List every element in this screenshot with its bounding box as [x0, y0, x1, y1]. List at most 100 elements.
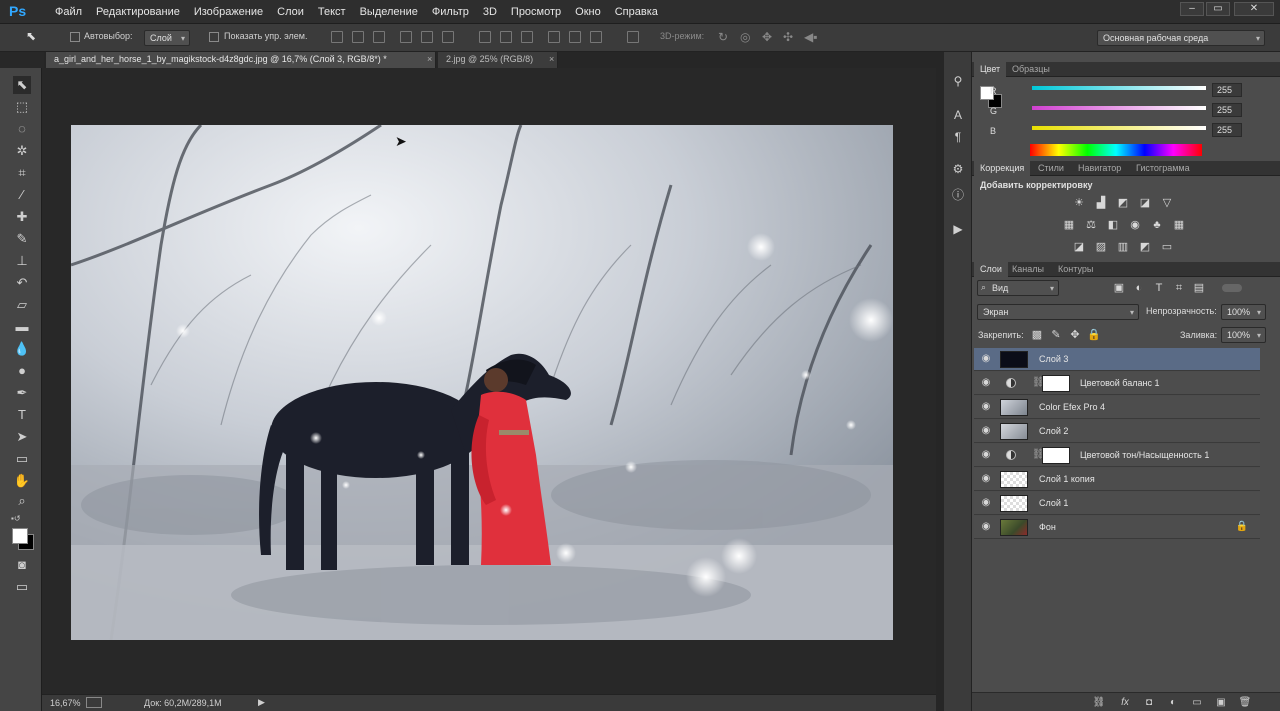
tab-navigator[interactable]: Навигатор — [1072, 161, 1127, 176]
photo-filter-icon[interactable]: ◉ — [1128, 219, 1142, 231]
align-vcenter-icon[interactable] — [352, 31, 364, 43]
filter-shape-icon[interactable]: ⌗ — [1172, 282, 1186, 294]
distribute-right-icon[interactable] — [590, 31, 602, 43]
align-bottom-icon[interactable] — [373, 31, 385, 43]
document-canvas[interactable] — [71, 125, 893, 640]
gradient-tool-icon[interactable]: ▬ — [13, 318, 31, 336]
lock-transparent-icon[interactable]: ▩ — [1030, 329, 1044, 341]
3d-scale-icon[interactable]: ◀▪ — [804, 30, 817, 44]
filter-pixel-icon[interactable]: ▣ — [1112, 282, 1126, 294]
filter-adjustment-icon[interactable]: ◐ — [1132, 282, 1146, 294]
blur-tool-icon[interactable]: 💧 — [13, 340, 31, 358]
doc-tab-close-icon[interactable]: × — [549, 54, 554, 64]
visibility-eye-icon[interactable]: ◉ — [980, 353, 992, 365]
path-selection-tool-icon[interactable]: ➤ — [13, 428, 31, 446]
distribute-bottom-icon[interactable] — [521, 31, 533, 43]
auto-align-icon[interactable] — [627, 31, 639, 43]
menu-filter[interactable]: Фильтр — [425, 0, 476, 24]
channel-b-value[interactable]: 255 — [1212, 123, 1242, 137]
channel-r-value[interactable]: 255 — [1212, 83, 1242, 97]
panel-collapse-strip[interactable] — [936, 52, 944, 711]
tab-adjustments[interactable]: Коррекция — [974, 161, 1031, 176]
menu-window[interactable]: Окно — [568, 0, 608, 24]
move-tool-preset-icon[interactable]: ⬉ — [26, 29, 44, 45]
layer-row-hue-saturation[interactable]: ◉ ⛓ Цветовой тон/Насыщенность 1 — [974, 444, 1260, 467]
doc-tab-close-icon[interactable]: × — [427, 54, 432, 64]
menu-help[interactable]: Справка — [608, 0, 665, 24]
screen-mode-icon[interactable]: ▭ — [13, 578, 31, 596]
filter-type-icon[interactable]: T — [1152, 282, 1166, 294]
layer-mask-thumbnail[interactable] — [1042, 375, 1070, 392]
tab-color[interactable]: Цвет — [974, 62, 1007, 77]
3d-rotate-icon[interactable]: ↻ — [718, 30, 728, 44]
channel-mixer-icon[interactable]: ♣ — [1150, 219, 1164, 231]
fill-field[interactable]: 100% — [1221, 327, 1266, 343]
dodge-tool-icon[interactable]: ● — [13, 362, 31, 380]
menu-layers[interactable]: Слои — [270, 0, 311, 24]
marquee-tool-icon[interactable]: ⬚ — [13, 98, 31, 116]
lasso-tool-icon[interactable]: ◌ — [13, 120, 31, 138]
export-status-icon[interactable] — [86, 697, 102, 708]
shape-tool-icon[interactable]: ▭ — [13, 450, 31, 468]
quick-mask-icon[interactable]: ◙ — [13, 556, 31, 574]
visibility-eye-icon[interactable]: ◉ — [980, 401, 992, 413]
paragraph-panel-icon[interactable]: ¶ — [948, 128, 968, 146]
doc-tab-second[interactable]: 2.jpg @ 25% (RGB/8) — [438, 52, 558, 68]
minimize-button[interactable]: – — [1180, 2, 1204, 16]
default-colors-icon[interactable]: ▪↺ — [11, 514, 21, 523]
workspace-dropdown[interactable]: Основная рабочая среда — [1097, 30, 1265, 46]
align-left-icon[interactable] — [400, 31, 412, 43]
menu-select[interactable]: Выделение — [353, 0, 425, 24]
tab-styles[interactable]: Стили — [1032, 161, 1070, 176]
actions-panel-icon[interactable]: ▶ — [948, 220, 968, 238]
new-layer-icon[interactable]: ▣ — [1214, 697, 1228, 709]
autoselect-dropdown[interactable]: Слой — [144, 30, 190, 46]
delete-layer-icon[interactable]: 🗑 — [1238, 697, 1252, 709]
layer-row-sloy3[interactable]: ◉ Слой 3 — [974, 348, 1260, 371]
visibility-eye-icon[interactable]: ◉ — [980, 449, 992, 461]
layer-style-icon[interactable]: fx — [1118, 697, 1132, 709]
align-hcenter-icon[interactable] — [421, 31, 433, 43]
new-group-icon[interactable]: ▭ — [1190, 697, 1204, 709]
tab-channels[interactable]: Каналы — [1006, 262, 1050, 277]
link-layers-icon[interactable]: ⛓ — [1092, 697, 1106, 709]
autoselect-checkbox[interactable] — [70, 32, 80, 42]
menu-3d[interactable]: 3D — [476, 0, 504, 24]
3d-slide-icon[interactable]: ✣ — [783, 30, 793, 44]
lock-image-icon[interactable]: ✎ — [1049, 329, 1063, 341]
new-adjustment-icon[interactable]: ◐ — [1166, 697, 1180, 709]
layer-mask-thumbnail[interactable] — [1042, 447, 1070, 464]
distribute-left-icon[interactable] — [548, 31, 560, 43]
layer-row-sloy1-copy[interactable]: ◉ Слой 1 копия — [974, 468, 1260, 491]
black-white-icon[interactable]: ◧ — [1106, 219, 1120, 231]
selective-color-icon[interactable]: ◩ — [1138, 241, 1152, 253]
layer-row-sloy1[interactable]: ◉ Слой 1 — [974, 492, 1260, 515]
info-panel-icon[interactable]: ⓘ — [948, 186, 968, 204]
filter-toggle[interactable] — [1222, 284, 1242, 292]
distribute-top-icon[interactable] — [479, 31, 491, 43]
color-lookup-icon[interactable]: ▦ — [1172, 219, 1186, 231]
filter-smart-object-icon[interactable]: ▤ — [1192, 282, 1206, 294]
visibility-eye-icon[interactable]: ◉ — [980, 377, 992, 389]
posterize-icon[interactable]: ▨ — [1094, 241, 1108, 253]
menu-edit[interactable]: Редактирование — [89, 0, 187, 24]
align-right-icon[interactable] — [442, 31, 454, 43]
color-balance-icon[interactable]: ⚖ — [1084, 219, 1098, 231]
menu-view[interactable]: Просмотр — [504, 0, 568, 24]
magic-wand-tool-icon[interactable]: ✲ — [13, 142, 31, 160]
maximize-button[interactable]: ▭ — [1206, 2, 1230, 16]
curves-icon[interactable]: ◩ — [1116, 197, 1130, 209]
layer-row-color-efex[interactable]: ◉ Color Efex Pro 4 — [974, 396, 1260, 419]
distribute-hcenter-icon[interactable] — [569, 31, 581, 43]
color-spectrum-bar[interactable] — [1030, 144, 1202, 156]
blend-mode-dropdown[interactable]: Экран — [977, 304, 1139, 320]
distribute-vcenter-icon[interactable] — [500, 31, 512, 43]
zoom-level[interactable]: 16,67% — [50, 698, 81, 708]
move-tool-icon[interactable]: ⬉ — [13, 76, 31, 94]
menu-file[interactable]: Файл — [48, 0, 89, 24]
type-tool-icon[interactable]: T — [13, 406, 31, 424]
channel-g-value[interactable]: 255 — [1212, 103, 1242, 117]
eyedropper-tool-icon[interactable]: ⁄ — [13, 186, 31, 204]
history-panel-icon[interactable]: ⚲ — [948, 72, 968, 90]
align-top-icon[interactable] — [331, 31, 343, 43]
